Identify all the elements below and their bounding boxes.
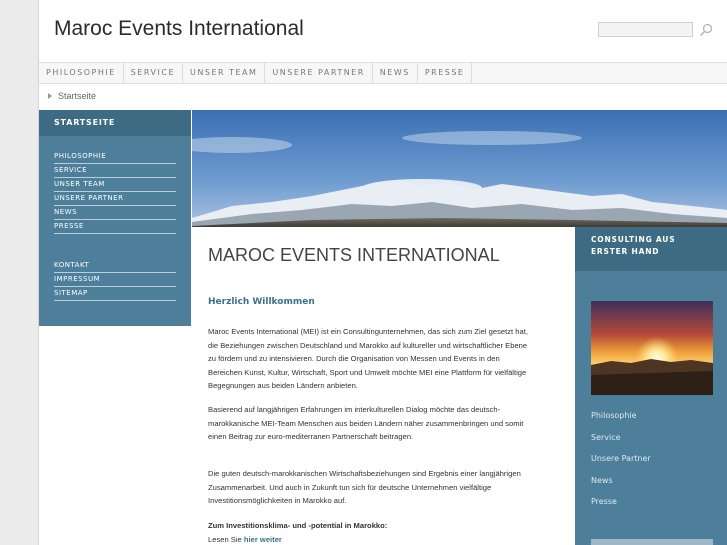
sidebar-item-unsere-partner[interactable]: UNSERE PARTNER	[54, 192, 176, 206]
right-link-philosophie[interactable]: Philosophie	[591, 411, 637, 420]
experience-line: Basierend auf langjährigen Erfahrungen i…	[208, 405, 501, 414]
experience-line: einen Beitrag zur euro-mediterranen Part…	[208, 432, 414, 442]
breadcrumb: Startseite	[48, 90, 96, 102]
sidebar-item-presse[interactable]: PRESSE	[54, 220, 176, 234]
right-sidebar: CONSULTING AUS ERSTER HAND Philosophie S…	[575, 227, 727, 545]
read-more-line: Lesen Sie hier weiter	[208, 533, 570, 545]
sidebar-item-kontakt[interactable]: KONTAKT	[54, 259, 176, 273]
right-link-service[interactable]: Service	[591, 433, 621, 442]
sidebar-item-sitemap[interactable]: SITEMAP	[54, 287, 176, 301]
breadcrumb-arrow-icon	[48, 93, 52, 99]
main-nav: PHILOSOPHIE SERVICE UNSER TEAM UNSERE PA…	[39, 62, 727, 84]
economy-line: Die guten deutsch-marokkanischen Wirtsch…	[208, 469, 521, 478]
nav-presse[interactable]: PRESSE	[418, 63, 473, 83]
read-more-link[interactable]: hier weiter	[244, 535, 282, 544]
sidebar-heading[interactable]: STARTSEITE	[39, 110, 191, 136]
right-link-unsere-partner[interactable]: Unsere Partner	[591, 454, 651, 463]
nav-service[interactable]: SERVICE	[124, 63, 184, 83]
sidebar: STARTSEITE PHILOSOPHIE SERVICE UNSER TEA…	[39, 110, 191, 326]
intro-line: Bereichen Kunst, Kultur, Wirtschaft, Spo…	[208, 367, 527, 377]
sidebar-item-unser-team[interactable]: UNSER TEAM	[54, 178, 176, 192]
right-link-presse[interactable]: Presse	[591, 497, 617, 506]
page-title: MAROC EVENTS INTERNATIONAL	[208, 245, 500, 265]
economy-paragraph: Die guten deutsch-marokkanischen Wirtsch…	[208, 467, 570, 508]
economy-line: Investitionsmöglichkeiten in Marokko auf…	[208, 496, 347, 506]
sidebar-footer-nav: KONTAKT IMPRESSUM SITEMAP	[54, 259, 176, 301]
consulting-heading-line1: CONSULTING AUS	[591, 235, 676, 244]
consulting-heading: CONSULTING AUS ERSTER HAND	[575, 227, 727, 271]
search-input[interactable]	[598, 22, 693, 37]
intro-line: zu fördern und zu intensivieren. Durch d…	[208, 354, 500, 364]
investment-heading: Zum Investitionsklima- und -potential in…	[208, 521, 388, 530]
sunset-image	[591, 301, 713, 395]
partial-image	[591, 539, 713, 545]
page: Maroc Events International PHILOSOPHIE S…	[38, 0, 727, 545]
intro-paragraph: Maroc Events International (MEI) ist ein…	[208, 325, 570, 393]
breadcrumb-startseite[interactable]: Startseite	[58, 91, 96, 101]
nav-unsere-partner[interactable]: UNSERE PARTNER	[265, 63, 373, 83]
right-link-news[interactable]: News	[591, 476, 613, 485]
search-icon[interactable]	[698, 22, 714, 38]
nav-news[interactable]: NEWS	[373, 63, 418, 83]
header: Maroc Events International	[39, 0, 727, 62]
welcome-heading: Herzlich Willkommen	[208, 297, 315, 307]
main-content: MAROC EVENTS INTERNATIONAL Herzlich Will…	[192, 227, 574, 545]
mountain-banner-image	[192, 110, 727, 227]
read-more-prefix: Lesen Sie	[208, 534, 244, 544]
experience-paragraph: Basierend auf langjährigen Erfahrungen i…	[208, 403, 570, 444]
intro-line: die Beziehungen zwischen Deutschland und…	[208, 340, 528, 350]
intro-line: Maroc Events International (MEI) ist ein…	[208, 327, 528, 336]
sidebar-item-impressum[interactable]: IMPRESSUM	[54, 273, 176, 287]
sidebar-item-service[interactable]: SERVICE	[54, 164, 176, 178]
intro-line: Begegnungen aus beiden Ländern anbieten.	[208, 381, 358, 391]
sidebar-item-news[interactable]: NEWS	[54, 206, 176, 220]
site-title[interactable]: Maroc Events International	[54, 17, 304, 41]
economy-line: Zusammenarbeit. Und auch in Zukunft tun …	[208, 482, 492, 492]
experience-line: marokkanische MEI-Team Menschen aus beid…	[208, 418, 524, 428]
consulting-heading-line2: ERSTER HAND	[591, 247, 660, 256]
nav-philosophie[interactable]: PHILOSOPHIE	[39, 63, 124, 83]
sidebar-item-philosophie[interactable]: PHILOSOPHIE	[54, 150, 176, 164]
sidebar-nav: PHILOSOPHIE SERVICE UNSER TEAM UNSERE PA…	[54, 150, 176, 234]
nav-unser-team[interactable]: UNSER TEAM	[183, 63, 266, 83]
investment-block: Zum Investitionsklima- und -potential in…	[208, 519, 570, 545]
